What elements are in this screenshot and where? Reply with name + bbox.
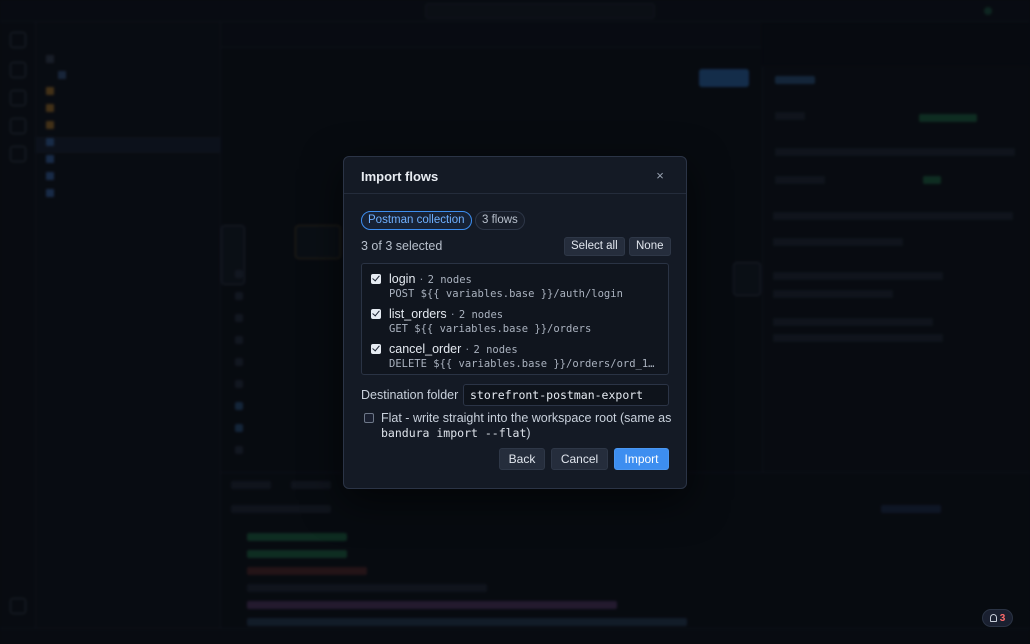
separator: ·: [465, 342, 470, 356]
flat-option-label: Flat - write straight into the workspace…: [381, 411, 676, 441]
flow-checkbox[interactable]: [371, 344, 381, 354]
list-item[interactable]: cancel_order · 2 nodes DELETE ${{ variable…: [362, 337, 668, 371]
flow-request: POST ${{ variables.base }}/auth/login: [389, 288, 623, 300]
flow-count-pill: 3 flows: [475, 211, 525, 230]
dialog-title: Import flows: [361, 169, 439, 184]
destination-folder-label: Destination folder: [361, 388, 459, 402]
flat-option-close: ): [526, 426, 531, 440]
back-button[interactable]: Back: [499, 448, 545, 470]
flow-checkbox[interactable]: [371, 274, 381, 284]
flat-option-text: Flat - write straight into the workspace…: [381, 411, 672, 425]
select-none-button[interactable]: None: [629, 237, 671, 256]
import-button[interactable]: Import: [614, 448, 669, 470]
flow-name: list_orders: [389, 307, 447, 321]
selected-count: 3 of 3 selected: [361, 239, 443, 253]
separator: ·: [450, 307, 455, 321]
flow-node-count: 2 nodes: [473, 344, 518, 356]
flow-list: login · 2 nodes POST ${{ variables.base }}…: [361, 263, 669, 375]
flow-name: login: [389, 272, 416, 286]
separator: ·: [419, 272, 424, 286]
import-flows-dialog: Import flows × Postman collection 3 flow…: [343, 156, 687, 489]
notification-count: 3: [999, 612, 1006, 624]
flat-option-command: bandura import --flat: [381, 426, 527, 440]
flat-checkbox[interactable]: [364, 413, 374, 423]
flow-request: GET ${{ variables.base }}/orders: [389, 323, 592, 335]
list-item[interactable]: login · 2 nodes POST ${{ variables.base }}…: [362, 267, 668, 301]
flow-node-count: 2 nodes: [458, 309, 504, 321]
cancel-button[interactable]: Cancel: [551, 448, 608, 470]
source-type-pill: Postman collection: [361, 211, 472, 230]
flow-checkbox[interactable]: [371, 309, 381, 319]
flow-request: DELETE ${{ variables.base }}/orders/ord_…: [389, 358, 655, 370]
bell-icon: [989, 614, 997, 622]
list-item[interactable]: list_orders · 2 nodes GET ${{ variables.ba…: [362, 302, 668, 336]
dialog-header: Import flows ×: [344, 157, 686, 194]
close-icon[interactable]: ×: [653, 169, 667, 183]
flow-node-count: 2 nodes: [427, 274, 472, 286]
flow-name: cancel_order: [389, 342, 462, 356]
destination-folder-input[interactable]: [463, 384, 669, 406]
notifications-badge[interactable]: 3: [982, 609, 1013, 627]
select-all-button[interactable]: Select all: [564, 237, 625, 256]
